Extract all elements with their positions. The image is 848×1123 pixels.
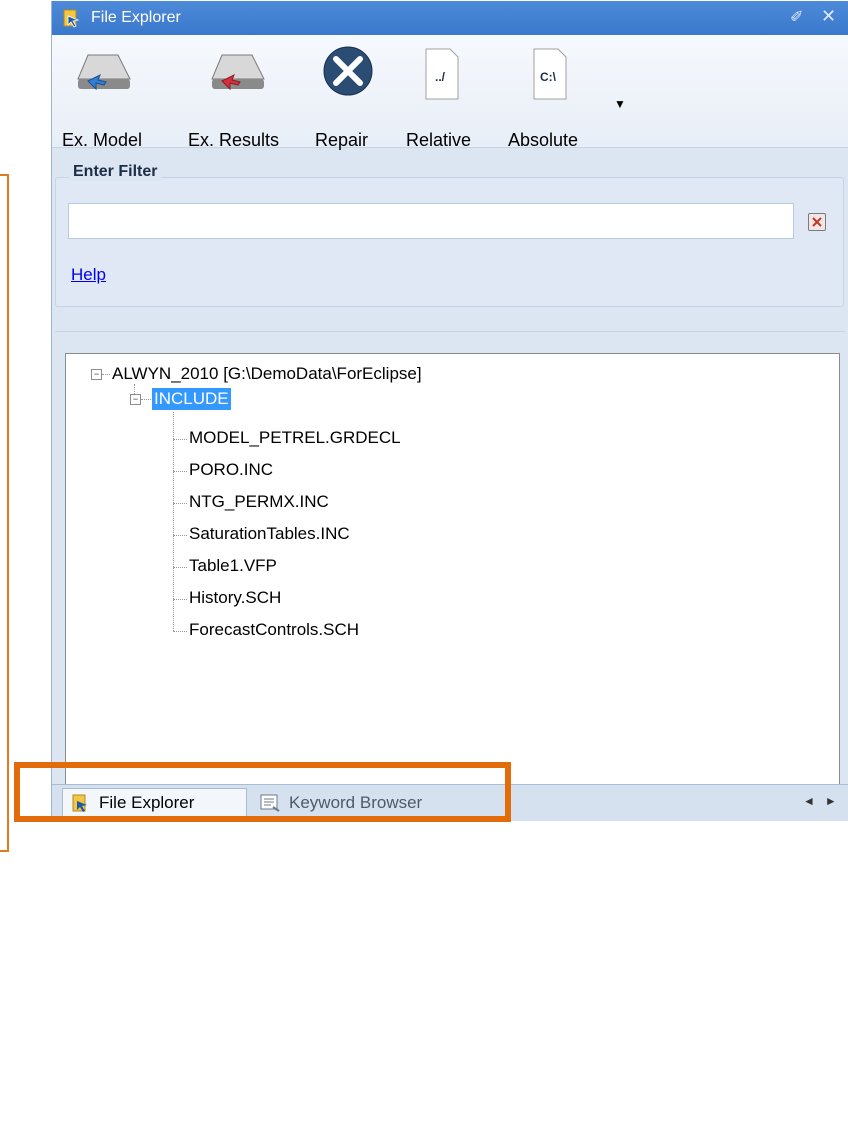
annotation-bracket [0, 174, 9, 852]
tree-file-node[interactable]: SaturationTables.INC [189, 524, 350, 544]
relative-label: Relative [406, 130, 472, 150]
export-model-button[interactable]: Ex. Model [62, 45, 142, 150]
file-explorer-app-icon [63, 9, 80, 28]
tab-scroll-arrows[interactable]: ◄► [803, 794, 847, 808]
filter-input[interactable] [68, 203, 794, 239]
file-explorer-panel: File Explorer ✐ ✕ Ex. Model Ex. Results [51, 1, 848, 821]
include-expander-icon[interactable]: − [130, 394, 141, 405]
root-expander-icon[interactable]: − [91, 369, 102, 380]
relative-path-icon: ../ [425, 48, 459, 100]
annotation-highlight-box [14, 762, 511, 822]
svg-text:C:\: C:\ [540, 70, 557, 84]
close-icon[interactable]: ✕ [821, 6, 836, 27]
tree-file-node[interactable]: ForecastControls.SCH [189, 620, 359, 640]
repair-button[interactable]: Repair [315, 45, 378, 150]
toolbar-more-icon[interactable]: ▼ [614, 97, 626, 111]
tree-file-node[interactable]: Table1.VFP [189, 556, 277, 576]
tree-file-node[interactable]: NTG_PERMX.INC [189, 492, 329, 512]
repair-icon [323, 46, 373, 96]
tree-file-node[interactable]: MODEL_PETREL.GRDECL [189, 428, 401, 448]
scroll-right-icon[interactable]: ► [825, 794, 847, 808]
absolute-label: Absolute [508, 130, 579, 150]
toolbar: Ex. Model Ex. Results Repair ../ Relativ… [52, 35, 848, 150]
scroll-left-icon[interactable]: ◄ [803, 794, 825, 808]
svg-text:../: ../ [435, 70, 446, 84]
file-tree: − ALWYN_2010 [G:\DemoData\ForEclipse] − … [65, 353, 840, 785]
clear-filter-icon[interactable] [808, 213, 826, 231]
export-results-icon [211, 54, 265, 91]
divider [55, 331, 845, 332]
pin-icon[interactable]: ✐ [790, 7, 803, 27]
filter-legend: Enter Filter [69, 163, 162, 181]
filter-group [55, 177, 844, 307]
window-title: File Explorer [91, 9, 181, 26]
tree-file-node[interactable]: PORO.INC [189, 460, 273, 480]
tree-file-node[interactable]: History.SCH [189, 588, 281, 608]
repair-label: Repair [315, 130, 369, 150]
absolute-path-icon: C:\ [533, 48, 567, 100]
export-model-icon [77, 54, 131, 91]
title-bar: File Explorer ✐ ✕ [52, 1, 848, 35]
absolute-button[interactable]: C:\ Absolute [508, 45, 578, 150]
export-results-label: Ex. Results [188, 130, 280, 150]
export-model-label: Ex. Model [62, 130, 143, 150]
export-results-button[interactable]: Ex. Results [188, 45, 279, 150]
tree-include-node[interactable]: INCLUDE [152, 388, 231, 410]
help-link[interactable]: Help [71, 265, 106, 285]
relative-button[interactable]: ../ Relative [406, 45, 471, 150]
tree-root-node[interactable]: ALWYN_2010 [G:\DemoData\ForEclipse] [112, 364, 422, 384]
